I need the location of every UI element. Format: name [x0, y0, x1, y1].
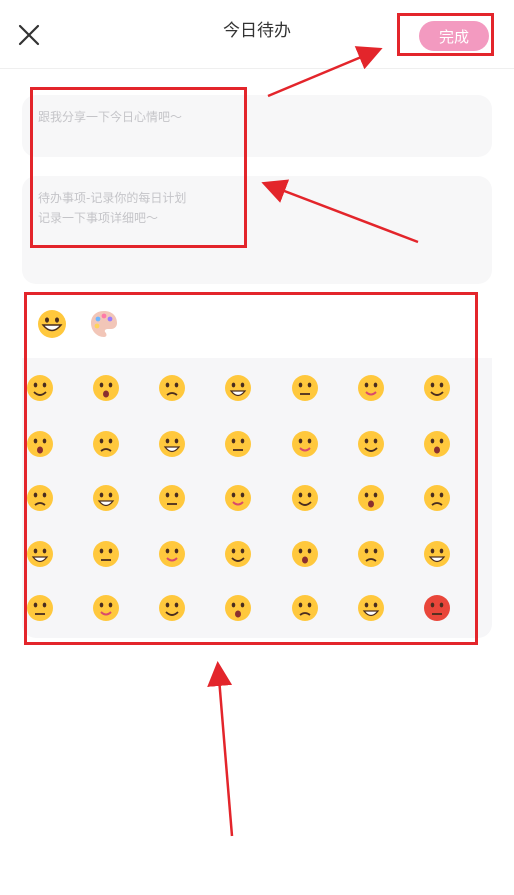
- crying-face-icon[interactable]: [25, 429, 55, 459]
- confounded-face-icon[interactable]: [356, 373, 386, 403]
- mood-share-placeholder: 跟我分享一下今日心情吧～: [38, 110, 183, 124]
- top-bar: 今日待办 完成: [0, 0, 514, 69]
- open-mouth-face-icon[interactable]: [290, 483, 320, 513]
- todo-placeholder-line1: 待办事项-记录你的每日计划: [38, 191, 187, 205]
- sweat-smile-face-icon[interactable]: [290, 539, 320, 569]
- tongue-face-icon[interactable]: [91, 539, 121, 569]
- kissing-heart-face-icon[interactable]: [422, 429, 452, 459]
- heart-eyes-face-icon[interactable]: [223, 593, 253, 623]
- emoji-category-tabs: [28, 298, 478, 356]
- grinning-face-icon: [38, 310, 66, 338]
- loudly-crying-face-icon[interactable]: [91, 593, 121, 623]
- sleepy-face-icon[interactable]: [290, 593, 320, 623]
- astonished-face-icon[interactable]: [223, 373, 253, 403]
- tears-of-joy-face-icon[interactable]: [25, 539, 55, 569]
- drooling-face-icon[interactable]: [25, 483, 55, 513]
- mood-share-input[interactable]: 跟我分享一下今日心情吧～: [22, 95, 492, 157]
- cool-face-icon[interactable]: [356, 593, 386, 623]
- smiling-face-icon[interactable]: [422, 539, 452, 569]
- steam-nose-face-icon[interactable]: [422, 483, 452, 513]
- arrow-to-emoji: [207, 661, 234, 837]
- palette-icon: [91, 311, 117, 337]
- dizzy-face-icon[interactable]: [223, 429, 253, 459]
- pensive-face-icon[interactable]: [91, 429, 121, 459]
- mask-face-icon[interactable]: [223, 483, 253, 513]
- todo-placeholder-line2: 记录一下事项详细吧～: [38, 211, 159, 225]
- slightly-frowning-face-icon[interactable]: [422, 373, 452, 403]
- downcast-sweat-face-icon[interactable]: [290, 429, 320, 459]
- angry-face-icon[interactable]: [91, 373, 121, 403]
- cold-sweat-face-icon[interactable]: [157, 373, 187, 403]
- grimacing-face-icon[interactable]: [223, 539, 253, 569]
- kissing-face-icon[interactable]: [25, 593, 55, 623]
- tab-smileys[interactable]: [34, 306, 70, 342]
- squinting-laugh-face-icon[interactable]: [356, 539, 386, 569]
- emoji-grid: [22, 358, 492, 638]
- sunglasses-face-icon[interactable]: [157, 593, 187, 623]
- disappointed-face-icon[interactable]: [157, 429, 187, 459]
- eyes-face-icon[interactable]: [157, 539, 187, 569]
- todo-input[interactable]: 待办事项-记录你的每日计划 记录一下事项详细吧～: [22, 176, 492, 284]
- grinning-face-icon[interactable]: [290, 373, 320, 403]
- fearful-face-icon[interactable]: [157, 483, 187, 513]
- yum-face-icon[interactable]: [91, 483, 121, 513]
- expressionless-face-icon[interactable]: [356, 429, 386, 459]
- face-screaming-icon[interactable]: [25, 373, 55, 403]
- pouting-face-icon[interactable]: [422, 593, 452, 623]
- spiral-eyes-face-icon[interactable]: [356, 483, 386, 513]
- tab-palette[interactable]: [86, 306, 122, 342]
- done-button[interactable]: 完成: [419, 21, 489, 51]
